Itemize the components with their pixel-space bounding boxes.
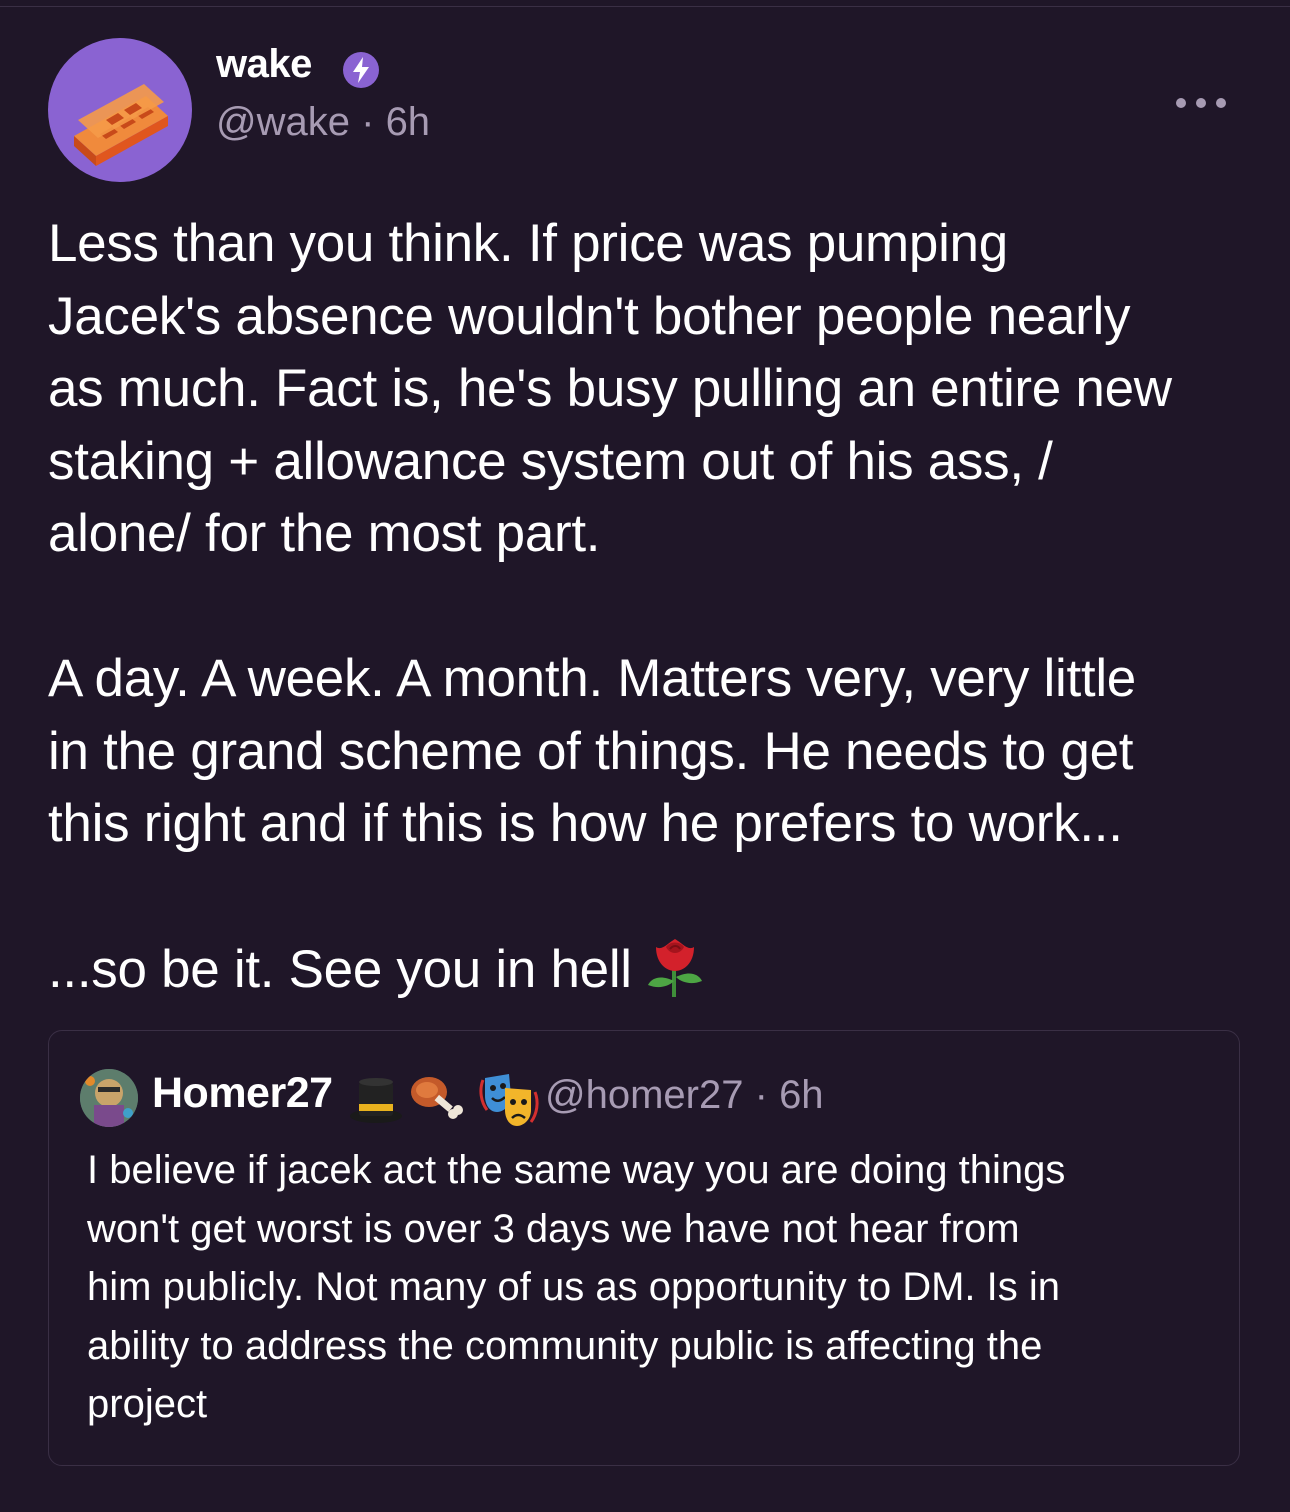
performing-arts-icon	[479, 1074, 539, 1126]
post-body: Less than you think. If price was pumpin…	[48, 208, 1248, 1007]
post-line: Jacek's absence wouldn't bother people n…	[48, 286, 1131, 346]
quote-line: won't get worst is over 3 days we have n…	[87, 1206, 1020, 1251]
post-line: ...so be it. See you in hell	[48, 940, 632, 999]
quote-author-handle-line: @homer27 · 6h	[545, 1073, 824, 1118]
author-display-name[interactable]: wake	[216, 42, 312, 87]
quote-line: him publicly. Not many of us as opportun…	[87, 1265, 1060, 1309]
post-line: alone/ for the most part.	[48, 504, 601, 563]
brick-icon	[74, 84, 168, 166]
separator-dot: ·	[754, 1073, 768, 1117]
post-line: in the grand scheme of things. He needs …	[48, 721, 1134, 781]
post-time[interactable]: 6h	[386, 100, 431, 144]
post-last-line: ...so be it. See you in hell	[48, 933, 1248, 1007]
post-line: Less than you think. If price was pumpin…	[48, 214, 1008, 273]
author-avatar[interactable]	[48, 38, 192, 182]
post-line: as much. Fact is, he's busy pulling an e…	[48, 359, 1172, 418]
post-line: this right and if this is how he prefers…	[48, 794, 1123, 853]
quote-line: project	[87, 1382, 208, 1426]
meat-on-bone-icon	[411, 1077, 463, 1119]
top-divider	[0, 6, 1290, 7]
separator-dot: ·	[361, 100, 375, 144]
quote-line: ability to address the community public …	[87, 1323, 1043, 1368]
quote-author-avatar[interactable]	[80, 1069, 138, 1127]
post-line: staking + allowance system out of his as…	[48, 431, 1053, 491]
author-handle-line: @wake · 6h	[216, 100, 430, 145]
author-handle[interactable]: @wake	[216, 100, 350, 144]
more-horizontal-icon	[1176, 98, 1186, 108]
quote-post-time[interactable]: 6h	[779, 1073, 824, 1117]
lightning-badge-icon	[343, 52, 379, 88]
post-line: A day. A week. A month. Matters very, ve…	[48, 649, 1136, 708]
top-hat-icon	[350, 1078, 402, 1123]
quote-author-handle[interactable]: @homer27	[545, 1073, 743, 1117]
quote-line: I believe if jacek act the same way you …	[87, 1148, 1066, 1192]
quote-author-display-name[interactable]: Homer27	[152, 1069, 333, 1118]
rose-icon	[647, 939, 702, 997]
quote-name-emojis	[347, 1069, 541, 1129]
quoted-post[interactable]: Homer27 @homer27 · 6h I believe if jacek…	[48, 1030, 1240, 1466]
more-options-button[interactable]	[1176, 88, 1226, 118]
quote-body: I believe if jacek act the same way you …	[87, 1141, 1227, 1434]
